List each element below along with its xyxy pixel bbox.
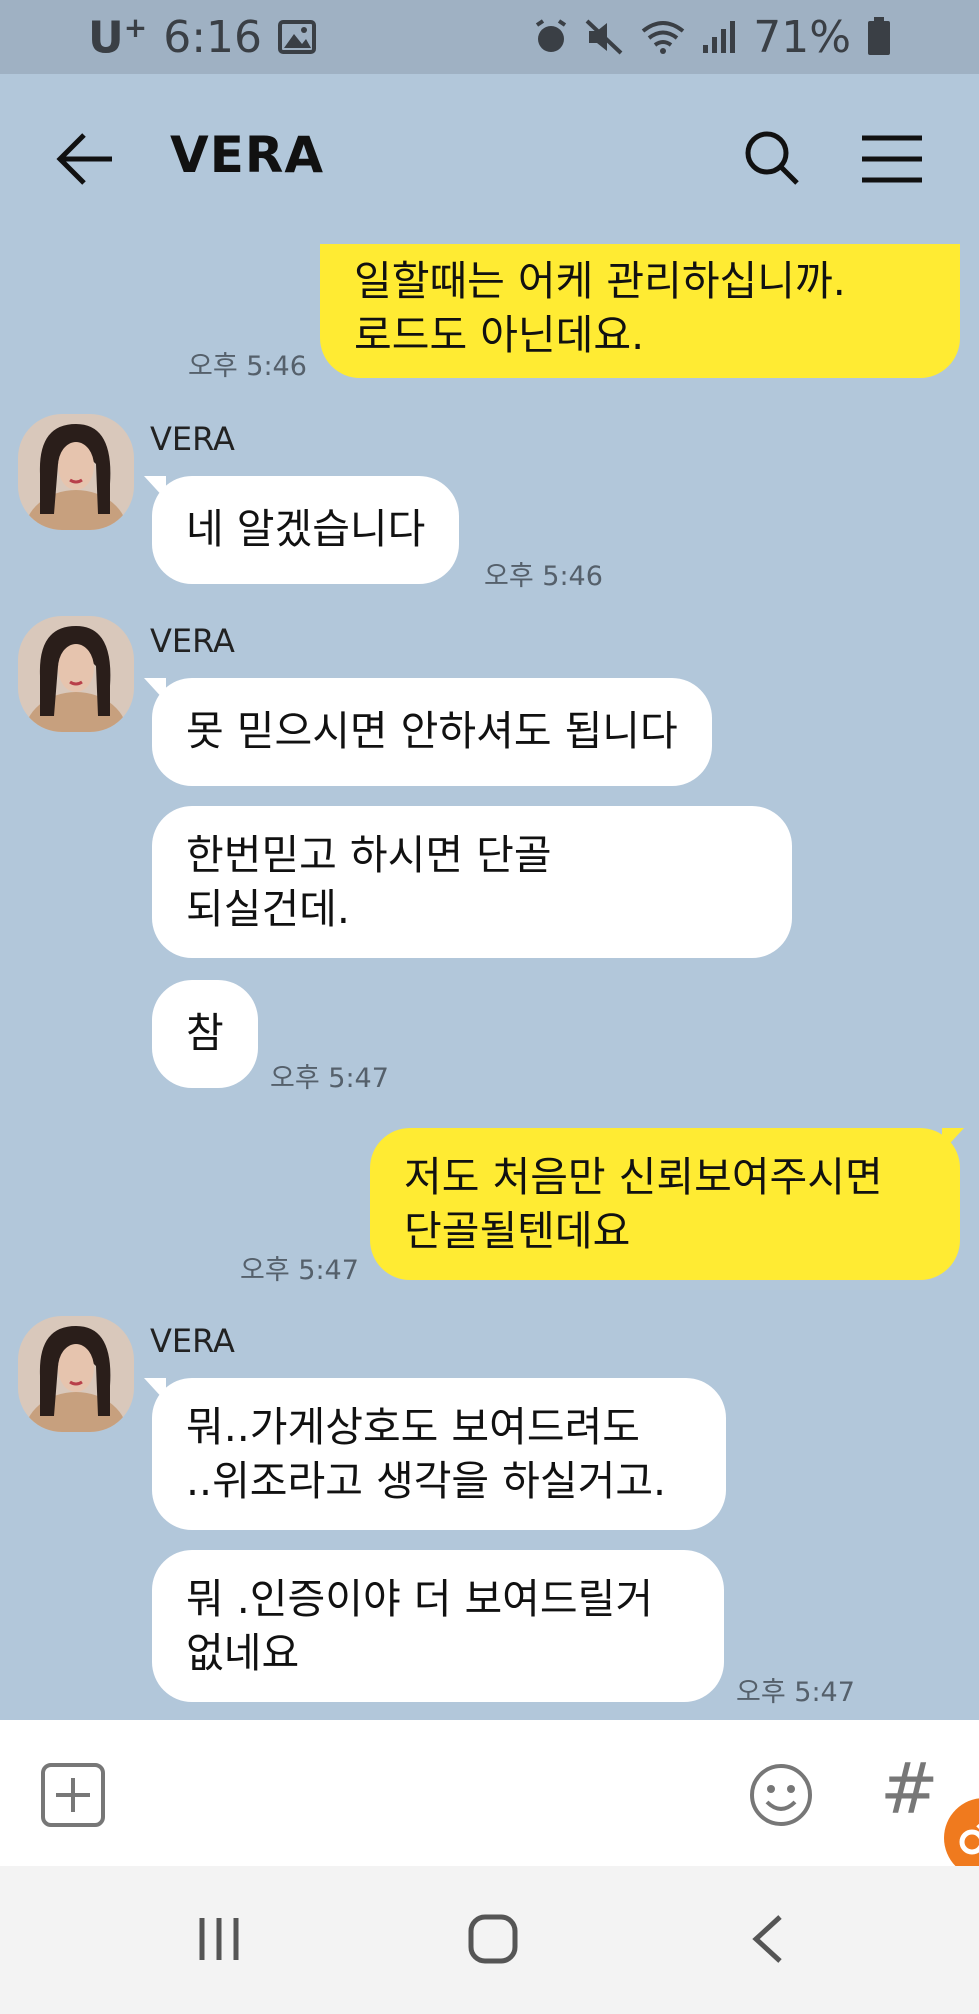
mute-icon — [585, 19, 623, 55]
my-message-bubble[interactable]: 저도 처음만 신뢰보여주시면 단골될텐데요 — [370, 1128, 960, 1280]
add-attachment-icon[interactable] — [40, 1762, 106, 1828]
message-time: 오후 5:47 — [240, 1255, 359, 1286]
clock: 6:16 — [163, 11, 263, 63]
message-time: 오후 5:46 — [188, 351, 307, 382]
sender-name: VERA — [150, 420, 235, 458]
their-message-bubble[interactable]: 뭐 .인증이야 더 보여드릴거 없네요 — [152, 1550, 724, 1702]
status-bar: U+ 6:16 71% — [0, 0, 979, 74]
sender-name: VERA — [150, 622, 235, 660]
their-message-bubble[interactable]: 한번믿고 하시면 단골 되실건데. — [152, 806, 792, 958]
back-icon[interactable] — [748, 1914, 788, 1964]
their-message-bubble[interactable]: 뭐..가게상호도 보여드려도 ..위조라고 생각을 하실거고. — [152, 1378, 726, 1530]
input-bar: # — [0, 1720, 979, 1866]
gallery-notification-icon — [278, 20, 317, 54]
search-icon[interactable] — [744, 130, 800, 186]
chat-header: VERA — [0, 74, 979, 244]
avatar[interactable] — [18, 414, 134, 530]
message-time: 오후 5:46 — [484, 561, 603, 592]
chat-area[interactable]: 오후 5:46 일할때는 어케 관리하십니까. 로드도 아닌데요. VERA 네… — [0, 244, 979, 1720]
their-message-bubble[interactable]: 네 알겠습니다 — [152, 476, 460, 584]
menu-icon[interactable] — [860, 134, 924, 184]
alarm-icon — [536, 19, 567, 52]
battery-icon — [868, 17, 890, 55]
avatar-image — [18, 616, 134, 732]
emoji-icon[interactable] — [748, 1762, 814, 1828]
their-message-bubble[interactable]: 못 믿으시면 안하셔도 됩니다 — [152, 678, 712, 786]
signal-icon — [703, 21, 736, 53]
my-message-bubble[interactable]: 일할때는 어케 관리하십니까. 로드도 아닌데요. — [320, 244, 960, 378]
their-message-bubble[interactable]: 참 — [152, 980, 258, 1088]
recent-apps-icon[interactable] — [196, 1916, 242, 1962]
avatar-image — [18, 414, 134, 530]
status-left: U+ 6:16 — [88, 10, 317, 64]
status-right: 71% — [533, 12, 891, 63]
message-time: 오후 5:47 — [270, 1063, 389, 1094]
home-icon[interactable] — [468, 1914, 518, 1964]
back-arrow-icon[interactable] — [56, 132, 116, 186]
avatar[interactable] — [18, 1316, 134, 1432]
carrier-label: U+ — [88, 10, 148, 64]
wifi-icon — [641, 21, 685, 54]
sender-name: VERA — [150, 1322, 235, 1360]
chat-title: VERA — [170, 126, 325, 184]
battery-percent: 71% — [753, 11, 851, 63]
message-time: 오후 5:47 — [736, 1677, 855, 1708]
avatar-image — [18, 1316, 134, 1432]
system-nav-bar — [0, 1866, 979, 2014]
avatar[interactable] — [18, 616, 134, 732]
hashtag-search-icon[interactable]: # — [880, 1748, 939, 1830]
